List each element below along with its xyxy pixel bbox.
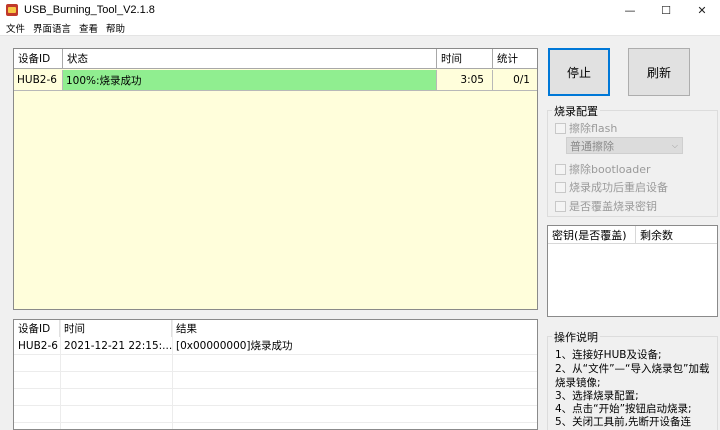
instruction-line: 1、连接好HUB及设备; — [555, 349, 662, 361]
menu-help[interactable]: 帮助 — [106, 21, 125, 35]
erase-mode-value: 普通擦除 — [570, 139, 614, 153]
header-status[interactable]: 状态 — [63, 49, 437, 69]
instruction-line: 5、关闭工具前,先断开设备连 — [555, 416, 692, 428]
close-icon[interactable]: ✕ — [684, 0, 720, 20]
burn-config-title: 烧录配置 — [552, 103, 600, 119]
erase-bootloader-option[interactable]: 擦除bootloader — [555, 161, 651, 177]
device-time-cell[interactable]: 3:05 — [437, 70, 493, 91]
grid-line — [14, 371, 537, 372]
device-status-cell[interactable]: 100%:烧录成功 — [63, 70, 437, 91]
instruction-line: 2、从“文件”—“导入烧录包”加载 — [555, 363, 710, 375]
menu-view[interactable]: 查看 — [79, 21, 98, 35]
header-time[interactable]: 时间 — [437, 49, 493, 69]
log-result[interactable]: [0x00000000]烧录成功 — [172, 337, 472, 354]
log-time[interactable]: 2021-12-21 22:15:... — [60, 337, 172, 354]
overwrite-key-checkbox[interactable] — [555, 200, 566, 212]
grid-line — [14, 354, 537, 355]
grid-line — [14, 405, 537, 406]
log-header-time[interactable]: 时间 — [60, 320, 172, 337]
header-count[interactable]: 统计 — [493, 49, 537, 69]
instructions-title: 操作说明 — [552, 329, 600, 345]
reboot-after-label: 烧录成功后重启设备 — [569, 181, 668, 194]
erase-flash-checkbox[interactable] — [555, 122, 566, 134]
device-id-cell[interactable]: HUB2-6 — [14, 70, 63, 91]
maximize-icon[interactable]: ☐ — [648, 0, 684, 20]
device-table[interactable]: 设备ID 状态 时间 统计 HUB2-6 100%:烧录成功 3:05 0/1 — [13, 48, 538, 310]
title-bar: USB_Burning_Tool_V2.1.8 — ☐ ✕ — [0, 0, 720, 20]
log-device-id[interactable]: HUB2-6 — [14, 337, 60, 354]
menu-bar: 文件 界面语言 查看 帮助 — [0, 20, 720, 36]
key-table[interactable]: 密钥(是否覆盖) 剩余数 — [547, 225, 718, 317]
key-header-remaining[interactable]: 剩余数 — [636, 226, 717, 244]
stop-button[interactable]: 停止 — [548, 48, 610, 96]
erase-bootloader-checkbox[interactable] — [555, 163, 566, 175]
chevron-down-icon: ⌵ — [671, 141, 678, 150]
overwrite-key-label: 是否覆盖烧录密钥 — [569, 200, 657, 213]
reboot-after-option[interactable]: 烧录成功后重启设备 — [555, 179, 668, 195]
erase-flash-option[interactable]: 擦除flash — [555, 120, 617, 136]
erase-mode-select[interactable]: 普通擦除 ⌵ — [566, 137, 683, 154]
refresh-button[interactable]: 刷新 — [628, 48, 690, 96]
window-title: USB_Burning_Tool_V2.1.8 — [24, 4, 155, 16]
device-count-cell[interactable]: 0/1 — [493, 70, 537, 91]
menu-language[interactable]: 界面语言 — [33, 21, 71, 35]
window-controls: — ☐ ✕ — [612, 0, 720, 20]
log-table[interactable]: 设备ID 时间 结果 HUB2-6 2021-12-21 22:15:... [… — [13, 319, 538, 430]
grid-line — [14, 388, 537, 389]
log-header-device-id[interactable]: 设备ID — [14, 320, 60, 337]
log-header-result[interactable]: 结果 — [172, 320, 537, 337]
reboot-after-checkbox[interactable] — [555, 181, 566, 193]
erase-flash-label: 擦除flash — [569, 122, 618, 135]
erase-bootloader-label: 擦除bootloader — [569, 163, 651, 176]
key-header-name[interactable]: 密钥(是否覆盖) — [548, 226, 636, 244]
header-device-id[interactable]: 设备ID — [14, 49, 63, 69]
overwrite-key-option[interactable]: 是否覆盖烧录密钥 — [555, 198, 657, 214]
minimize-icon[interactable]: — — [612, 0, 648, 20]
app-icon — [6, 4, 18, 16]
grid-line — [14, 422, 537, 423]
menu-file[interactable]: 文件 — [6, 21, 25, 35]
